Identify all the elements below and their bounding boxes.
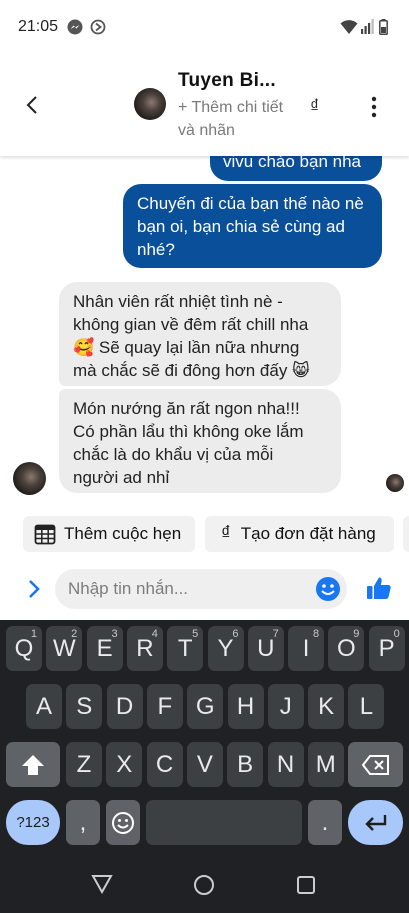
expand-actions-chevron-icon[interactable] (26, 578, 42, 600)
chip-label: Tạo đơn đặt hàng (240, 524, 376, 543)
key-number-hint: 7 (272, 628, 279, 640)
key-number-hint: 3 (111, 628, 118, 640)
battery-icon (379, 19, 388, 35)
more-quick-action-button[interactable] (403, 516, 409, 552)
contact-name[interactable]: Tuyen Bi... (178, 70, 276, 92)
message-input[interactable] (68, 569, 298, 609)
key-number-hint: 5 (192, 628, 199, 640)
key-u[interactable]: U7 (247, 626, 284, 671)
cellular-signal-icon (361, 19, 374, 34)
status-bar: 21:05 (0, 0, 409, 56)
key-b[interactable]: B (227, 742, 264, 787)
message-line: mà chắc sẽ đi đông hơn đấy 😸 (73, 361, 310, 380)
chip-label: Thêm cuộc hẹn (64, 524, 182, 543)
key-m[interactable]: M (307, 742, 344, 787)
key-z[interactable]: Z (66, 742, 102, 787)
space-bar[interactable] (146, 800, 302, 845)
key-i[interactable]: I8 (288, 626, 325, 671)
nav-recents-square-icon[interactable] (296, 875, 316, 895)
key-x[interactable]: X (106, 742, 143, 787)
key-q[interactable]: Q1 (6, 626, 42, 671)
key-r[interactable]: R4 (126, 626, 163, 671)
key-n[interactable]: N (267, 742, 304, 787)
key-w[interactable]: W2 (46, 626, 83, 671)
conversation-header: Tuyen Bi... + Thêm chi tiết và nhãn ₫ (0, 56, 409, 156)
shift-arrow-icon (22, 754, 44, 775)
smiley-icon (112, 811, 134, 834)
key-j[interactable]: J (267, 684, 304, 729)
message-line: không gian về đêm rất chill nha (73, 315, 309, 334)
dong-icon: ₫ (221, 523, 231, 544)
message-composer (55, 569, 347, 609)
key-y[interactable]: Y6 (207, 626, 244, 671)
key-l[interactable]: L (348, 684, 385, 729)
key-number-hint: 1 (30, 628, 37, 640)
key-p[interactable]: P0 (368, 626, 405, 671)
outgoing-message[interactable]: Chuyến đi của bạn thế nào nè bạn oi, bạn… (123, 184, 382, 268)
period-key[interactable]: . (308, 800, 342, 845)
create-order-dong-icon[interactable]: ₫ (310, 96, 319, 117)
backspace-icon (361, 754, 389, 775)
shift-key[interactable] (6, 742, 60, 787)
sync-status-icon (90, 19, 106, 35)
emoji-icon[interactable] (315, 576, 341, 602)
key-number-hint: 6 (232, 628, 239, 640)
key-t[interactable]: T5 (167, 626, 204, 671)
key-e[interactable]: E3 (86, 626, 123, 671)
create-order-button[interactable]: ₫ Tạo đơn đặt hàng (205, 516, 394, 552)
message-line: người ad nhỉ (73, 468, 170, 487)
message-line: Nhân viên rất nhiệt tình nè - (73, 292, 283, 311)
key-k[interactable]: K (308, 684, 345, 729)
back-arrow-icon[interactable] (22, 94, 44, 116)
enter-arrow-icon (364, 814, 386, 831)
more-options-icon[interactable] (368, 96, 380, 118)
calendar-icon (34, 524, 56, 545)
key-f[interactable]: F (146, 684, 183, 729)
messenger-notification-icon (67, 19, 83, 35)
emoji-key[interactable] (106, 800, 140, 845)
backspace-key[interactable] (348, 742, 403, 787)
message-line: Có phần lẩu thì không oke lắm (73, 422, 304, 441)
read-receipt-avatar (386, 474, 404, 492)
message-text: Chuyến đi của bạn thế nào nè bạn oi, bạn… (137, 194, 364, 259)
key-v[interactable]: V (186, 742, 223, 787)
key-letter: T (177, 634, 193, 662)
key-o[interactable]: O9 (328, 626, 365, 671)
key-a[interactable]: A (26, 684, 62, 729)
nav-home-circle-icon[interactable] (193, 874, 215, 896)
thumbs-up-icon[interactable] (366, 575, 392, 601)
key-d[interactable]: D (106, 684, 143, 729)
message-line: chắc là do khẩu vị của mỗi (73, 445, 274, 464)
key-c[interactable]: C (146, 742, 183, 787)
symbols-key[interactable]: ?123 (6, 800, 60, 845)
key-number-hint: 4 (151, 628, 158, 640)
status-time: 21:05 (18, 18, 59, 35)
key-letter: I (302, 634, 310, 662)
add-details-link[interactable]: + Thêm chi tiết và nhãn (178, 96, 288, 142)
message-line: 🥰 Sẽ quay lại lần nữa nhưng (73, 338, 300, 357)
system-navigation-bar (0, 855, 409, 913)
message-line: Món nướng ăn rất ngon nha!!! (73, 399, 300, 418)
add-appointment-button[interactable]: Thêm cuộc hẹn (23, 516, 195, 552)
contact-avatar[interactable] (134, 88, 166, 120)
incoming-message[interactable]: Nhân viên rất nhiệt tình nè - không gian… (59, 282, 341, 386)
incoming-message[interactable]: Món nướng ăn rất ngon nha!!! Có phần lẩu… (59, 389, 341, 493)
key-letter: P (378, 634, 395, 662)
key-h[interactable]: H (227, 684, 264, 729)
key-letter: Y (217, 634, 234, 662)
key-number-hint: 0 (393, 628, 400, 640)
comma-key[interactable]: , (66, 800, 100, 845)
key-number-hint: 8 (312, 628, 320, 640)
key-number-hint: 2 (71, 628, 78, 640)
wifi-icon (340, 20, 358, 34)
key-g[interactable]: G (187, 684, 224, 729)
key-letter: E (96, 634, 113, 662)
sender-avatar[interactable] (13, 462, 46, 495)
key-number-hint: 9 (353, 628, 360, 640)
enter-key[interactable] (348, 800, 403, 845)
key-s[interactable]: S (66, 684, 103, 729)
nav-back-triangle-icon[interactable] (91, 874, 113, 894)
